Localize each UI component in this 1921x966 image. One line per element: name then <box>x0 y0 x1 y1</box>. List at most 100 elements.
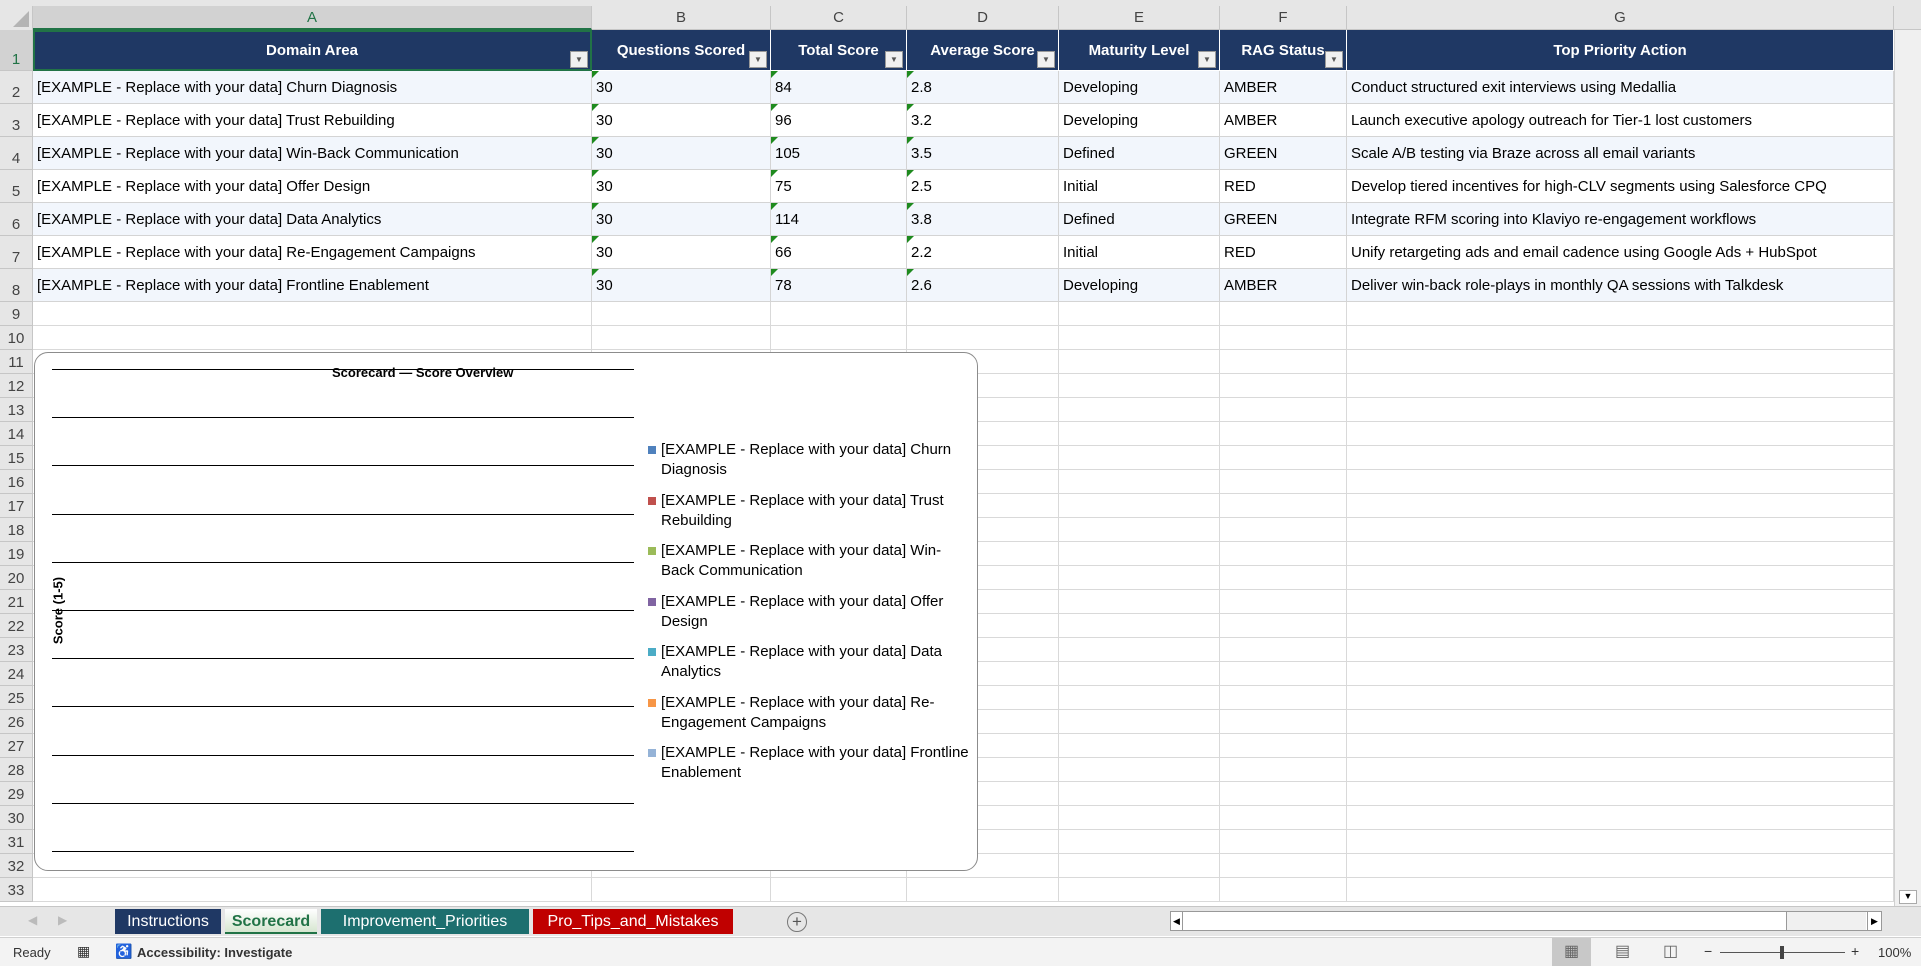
row-header[interactable]: 6 <box>0 203 33 236</box>
table-cell[interactable]: 66 <box>771 236 907 269</box>
number-as-text-warning-icon[interactable] <box>771 104 778 111</box>
table-cell[interactable]: GREEN <box>1220 137 1347 170</box>
page-break-view-icon[interactable]: ◫ <box>1658 938 1683 966</box>
table-cell[interactable]: 84 <box>771 71 907 104</box>
row-header[interactable]: 31 <box>0 830 33 854</box>
empty-cell[interactable] <box>1220 734 1347 758</box>
number-as-text-warning-icon[interactable] <box>592 236 599 243</box>
table-cell[interactable]: Defined <box>1059 137 1220 170</box>
vertical-scrollbar[interactable]: ▼ <box>1894 30 1921 906</box>
table-cell[interactable]: 2.2 <box>907 236 1059 269</box>
table-cell[interactable]: 2.8 <box>907 71 1059 104</box>
table-cell[interactable]: RED <box>1220 236 1347 269</box>
empty-cell[interactable] <box>1347 614 1894 638</box>
sheet-tab-scorecard[interactable]: Scorecard <box>225 909 317 934</box>
empty-cell[interactable] <box>771 326 907 350</box>
empty-cell[interactable] <box>592 878 771 902</box>
empty-cell[interactable] <box>1347 398 1894 422</box>
row-header[interactable]: 23 <box>0 638 33 662</box>
number-as-text-warning-icon[interactable] <box>771 236 778 243</box>
row-header[interactable]: 17 <box>0 494 33 518</box>
empty-cell[interactable] <box>1059 326 1220 350</box>
select-all-button[interactable] <box>0 6 33 30</box>
table-cell[interactable]: Conduct structured exit interviews using… <box>1347 71 1894 104</box>
table-cell[interactable]: 75 <box>771 170 907 203</box>
row-header[interactable]: 33 <box>0 878 33 902</box>
empty-cell[interactable] <box>1347 326 1894 350</box>
empty-cell[interactable] <box>1059 806 1220 830</box>
table-cell[interactable]: 30 <box>592 236 771 269</box>
number-as-text-warning-icon[interactable] <box>592 104 599 111</box>
empty-cell[interactable] <box>1059 686 1220 710</box>
row-header[interactable]: 3 <box>0 104 33 137</box>
next-sheet-icon[interactable]: ▶ <box>58 913 67 927</box>
table-cell[interactable]: [EXAMPLE - Replace with your data] Offer… <box>33 170 592 203</box>
number-as-text-warning-icon[interactable] <box>907 137 914 144</box>
table-cell[interactable]: 96 <box>771 104 907 137</box>
row-header[interactable]: 9 <box>0 302 33 326</box>
empty-cell[interactable] <box>1059 638 1220 662</box>
empty-cell[interactable] <box>1059 470 1220 494</box>
accessibility-status[interactable]: Accessibility: Investigate <box>137 945 292 960</box>
filter-dropdown-icon[interactable]: ▼ <box>1325 51 1343 68</box>
empty-cell[interactable] <box>1347 806 1894 830</box>
sheet-tab-instructions[interactable]: Instructions <box>115 909 221 934</box>
number-as-text-warning-icon[interactable] <box>771 203 778 210</box>
empty-cell[interactable] <box>771 878 907 902</box>
row-header[interactable]: 16 <box>0 470 33 494</box>
empty-cell[interactable] <box>1059 854 1220 878</box>
table-cell[interactable]: 2.5 <box>907 170 1059 203</box>
row-header[interactable]: 10 <box>0 326 33 350</box>
empty-cell[interactable] <box>1220 710 1347 734</box>
empty-cell[interactable] <box>1347 662 1894 686</box>
add-sheet-icon[interactable]: + <box>787 912 807 932</box>
table-cell[interactable]: [EXAMPLE - Replace with your data] Data … <box>33 203 592 236</box>
empty-cell[interactable] <box>1347 710 1894 734</box>
filter-dropdown-icon[interactable]: ▼ <box>885 51 903 68</box>
empty-cell[interactable] <box>1059 878 1220 902</box>
table-cell[interactable]: 2.6 <box>907 269 1059 302</box>
empty-cell[interactable] <box>33 302 592 326</box>
header-cell-domain-area[interactable]: Domain Area ▼ <box>33 30 592 71</box>
empty-cell[interactable] <box>1059 494 1220 518</box>
row-header[interactable]: 20 <box>0 566 33 590</box>
table-cell[interactable]: 3.5 <box>907 137 1059 170</box>
row-header[interactable]: 1 <box>0 30 33 71</box>
number-as-text-warning-icon[interactable] <box>592 203 599 210</box>
empty-cell[interactable] <box>1220 470 1347 494</box>
empty-cell[interactable] <box>1059 542 1220 566</box>
number-as-text-warning-icon[interactable] <box>907 71 914 78</box>
empty-cell[interactable] <box>1059 758 1220 782</box>
table-cell[interactable]: 78 <box>771 269 907 302</box>
prev-sheet-icon[interactable]: ◀ <box>28 913 37 927</box>
number-as-text-warning-icon[interactable] <box>592 170 599 177</box>
empty-cell[interactable] <box>1347 566 1894 590</box>
empty-cell[interactable] <box>33 878 592 902</box>
empty-cell[interactable] <box>1347 734 1894 758</box>
empty-cell[interactable] <box>1059 830 1220 854</box>
empty-cell[interactable] <box>1220 518 1347 542</box>
header-cell-top-priority-action[interactable]: Top Priority Action <box>1347 30 1894 71</box>
table-cell[interactable]: 105 <box>771 137 907 170</box>
macro-record-icon[interactable]: ▦ <box>77 943 90 960</box>
table-cell[interactable]: Initial <box>1059 236 1220 269</box>
column-header-a[interactable]: A <box>33 6 592 30</box>
number-as-text-warning-icon[interactable] <box>907 236 914 243</box>
row-header[interactable]: 18 <box>0 518 33 542</box>
empty-cell[interactable] <box>1220 878 1347 902</box>
scroll-right-icon[interactable]: ▶ <box>1867 912 1881 930</box>
score-overview-chart[interactable]: Scorecard — Score Overview Score (1-5) [… <box>34 352 978 871</box>
row-header[interactable]: 14 <box>0 422 33 446</box>
empty-cell[interactable] <box>1220 758 1347 782</box>
row-header[interactable]: 32 <box>0 854 33 878</box>
table-cell[interactable]: AMBER <box>1220 269 1347 302</box>
number-as-text-warning-icon[interactable] <box>907 269 914 276</box>
empty-cell[interactable] <box>1220 374 1347 398</box>
table-cell[interactable]: AMBER <box>1220 71 1347 104</box>
row-header[interactable]: 5 <box>0 170 33 203</box>
empty-cell[interactable] <box>1059 614 1220 638</box>
empty-cell[interactable] <box>1059 782 1220 806</box>
empty-cell[interactable] <box>1347 782 1894 806</box>
empty-cell[interactable] <box>1220 422 1347 446</box>
filter-dropdown-icon[interactable]: ▼ <box>570 51 588 68</box>
